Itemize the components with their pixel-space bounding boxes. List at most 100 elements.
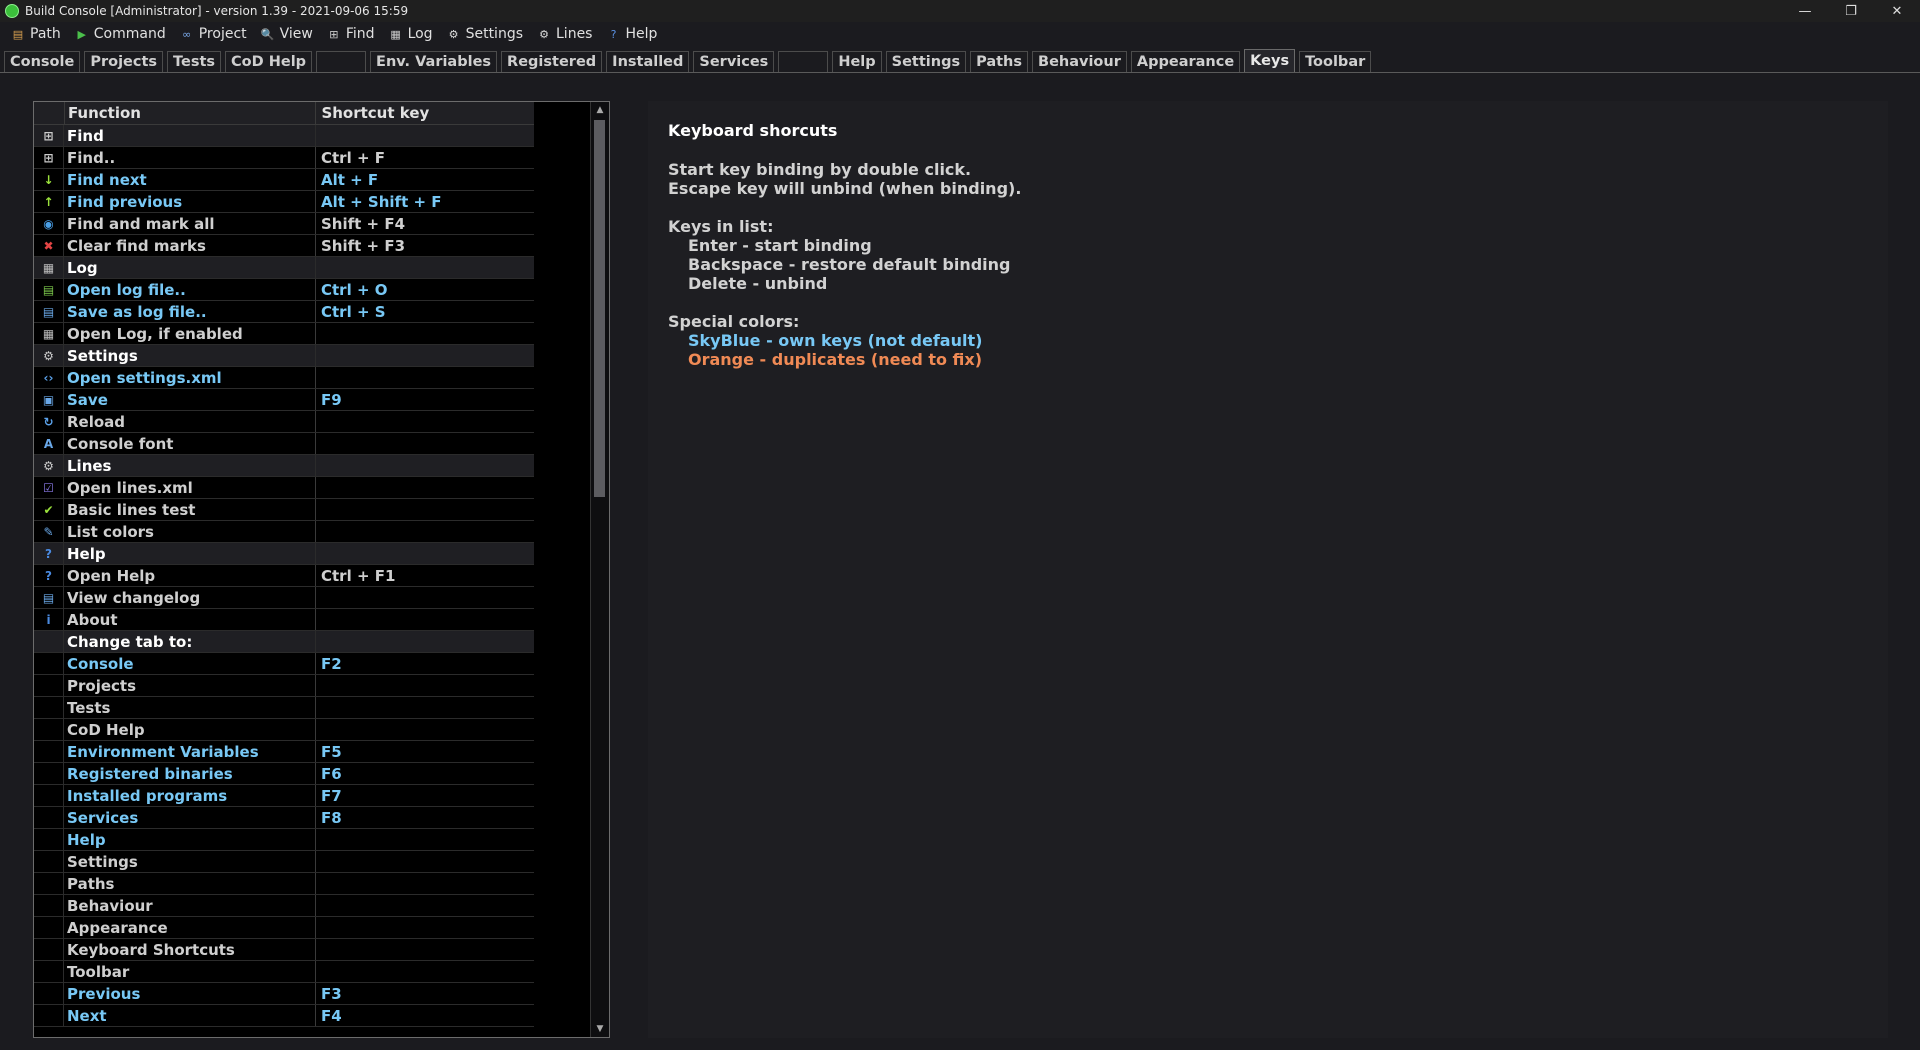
list-item[interactable]: ▤ Save as log file.. Ctrl + S: [34, 301, 534, 323]
shortcut-cell[interactable]: Ctrl + F: [316, 147, 534, 168]
list-item[interactable]: ▦ Open Log, if enabled: [34, 323, 534, 345]
shortcut-cell[interactable]: [316, 433, 534, 454]
list-item[interactable]: ☑ Open lines.xml: [34, 477, 534, 499]
list-item[interactable]: Services F8: [34, 807, 534, 829]
list-item[interactable]: A Console font: [34, 433, 534, 455]
list-item[interactable]: ▤ View changelog: [34, 587, 534, 609]
shortcut-cell[interactable]: [316, 477, 534, 498]
tab-registered[interactable]: Registered: [501, 51, 603, 72]
list-item[interactable]: Settings: [34, 851, 534, 873]
shortcut-cell[interactable]: Ctrl + F1: [316, 565, 534, 586]
shortcut-cell[interactable]: [316, 411, 534, 432]
tab-env-variables[interactable]: Env. Variables: [370, 51, 498, 72]
shortcut-cell[interactable]: Alt + Shift + F: [316, 191, 534, 212]
shortcut-cell[interactable]: F6: [316, 763, 534, 784]
shortcut-cell[interactable]: [316, 829, 534, 850]
list-item[interactable]: ◉ Find and mark all Shift + F4: [34, 213, 534, 235]
menu-help[interactable]: ? Help: [606, 26, 658, 42]
menu-project[interactable]: ∞ Project: [180, 26, 247, 42]
list-item[interactable]: ✖ Clear find marks Shift + F3: [34, 235, 534, 257]
tab-projects[interactable]: Projects: [84, 51, 164, 72]
menu-log[interactable]: ▦ Log: [389, 26, 432, 42]
shortcut-cell[interactable]: Shift + F4: [316, 213, 534, 234]
list-item[interactable]: ↻ Reload: [34, 411, 534, 433]
shortcut-cell[interactable]: [316, 631, 534, 652]
tab-keys[interactable]: Keys: [1244, 49, 1296, 72]
list-item[interactable]: Help: [34, 829, 534, 851]
list-item[interactable]: ▣ Save F9: [34, 389, 534, 411]
header-shortcut[interactable]: Shortcut key: [316, 102, 534, 124]
list-item[interactable]: CoD Help: [34, 719, 534, 741]
list-item[interactable]: Paths: [34, 873, 534, 895]
list-item[interactable]: Behaviour: [34, 895, 534, 917]
header-function[interactable]: Function: [65, 102, 317, 124]
shortcut-cell[interactable]: [316, 961, 534, 982]
list-item[interactable]: Toolbar: [34, 961, 534, 983]
shortcut-cell[interactable]: [316, 609, 534, 630]
list-item[interactable]: Installed programs F7: [34, 785, 534, 807]
tab-cod-help[interactable]: CoD Help: [225, 51, 313, 72]
shortcut-cell[interactable]: [316, 873, 534, 894]
shortcut-cell[interactable]: [316, 675, 534, 696]
tab-tests[interactable]: Tests: [167, 51, 222, 72]
list-item[interactable]: Projects: [34, 675, 534, 697]
list-item[interactable]: Environment Variables F5: [34, 741, 534, 763]
group-row[interactable]: ⚙ Settings: [34, 345, 534, 367]
shortcut-cell[interactable]: F4: [316, 1005, 534, 1026]
shortcut-cell[interactable]: Ctrl + O: [316, 279, 534, 300]
scroll-thumb[interactable]: [594, 120, 605, 497]
shortcut-cell[interactable]: [316, 543, 534, 564]
close-icon[interactable]: ✕: [1874, 0, 1920, 22]
tab-settings[interactable]: Settings: [885, 51, 967, 72]
shortcut-cell[interactable]: Ctrl + S: [316, 301, 534, 322]
list-item[interactable]: ? Open Help Ctrl + F1: [34, 565, 534, 587]
menu-command[interactable]: ▶ Command: [75, 26, 166, 42]
tab-installed[interactable]: Installed: [606, 51, 690, 72]
list-item[interactable]: Tests: [34, 697, 534, 719]
minimize-icon[interactable]: —: [1782, 0, 1828, 22]
list-item[interactable]: i About: [34, 609, 534, 631]
list-item[interactable]: ▤ Open log file.. Ctrl + O: [34, 279, 534, 301]
shortcut-cell[interactable]: Shift + F3: [316, 235, 534, 256]
tab-behaviour[interactable]: Behaviour: [1032, 51, 1127, 72]
list-item[interactable]: ⊞ Find.. Ctrl + F: [34, 147, 534, 169]
list-item[interactable]: Keyboard Shortcuts: [34, 939, 534, 961]
shortcut-cell[interactable]: F8: [316, 807, 534, 828]
menu-path[interactable]: ▤ Path: [11, 26, 61, 42]
list-item[interactable]: ↑ Find previous Alt + Shift + F: [34, 191, 534, 213]
shortcut-cell[interactable]: F5: [316, 741, 534, 762]
group-row[interactable]: ⊞ Find: [34, 125, 534, 147]
shortcut-cell[interactable]: [316, 367, 534, 388]
list-item[interactable]: ✔ Basic lines test: [34, 499, 534, 521]
shortcut-cell[interactable]: [316, 345, 534, 366]
shortcut-cell[interactable]: F3: [316, 983, 534, 1004]
list-item[interactable]: Appearance: [34, 917, 534, 939]
list-item[interactable]: Console F2: [34, 653, 534, 675]
shortcut-cell[interactable]: F7: [316, 785, 534, 806]
shortcut-cell[interactable]: [316, 697, 534, 718]
tab-services[interactable]: Services: [693, 51, 775, 72]
shortcut-cell[interactable]: F2: [316, 653, 534, 674]
scroll-up-icon[interactable]: ▲: [591, 102, 609, 118]
list-item[interactable]: ↓ Find next Alt + F: [34, 169, 534, 191]
shortcut-cell[interactable]: [316, 323, 534, 344]
shortcut-cell[interactable]: [316, 895, 534, 916]
list-item[interactable]: Registered binaries F6: [34, 763, 534, 785]
shortcut-cell[interactable]: [316, 587, 534, 608]
group-row[interactable]: ? Help: [34, 543, 534, 565]
tab-appearance[interactable]: Appearance: [1130, 51, 1241, 72]
menu-lines[interactable]: ⚙ Lines: [537, 26, 592, 42]
group-row[interactable]: ▦ Log: [34, 257, 534, 279]
tab-toolbar[interactable]: Toolbar: [1299, 51, 1372, 72]
tab-console[interactable]: Console: [4, 51, 81, 72]
shortcut-cell[interactable]: [316, 719, 534, 740]
list-item[interactable]: Previous F3: [34, 983, 534, 1005]
tab-paths[interactable]: Paths: [970, 51, 1029, 72]
shortcut-cell[interactable]: [316, 125, 534, 146]
list-item[interactable]: Next F4: [34, 1005, 534, 1027]
tab-empty-4[interactable]: [316, 51, 367, 72]
menu-settings[interactable]: ⚙ Settings: [447, 26, 523, 42]
group-row[interactable]: ⚙ Lines: [34, 455, 534, 477]
menu-find[interactable]: ⊞ Find: [327, 26, 374, 42]
shortcut-cell[interactable]: [316, 257, 534, 278]
